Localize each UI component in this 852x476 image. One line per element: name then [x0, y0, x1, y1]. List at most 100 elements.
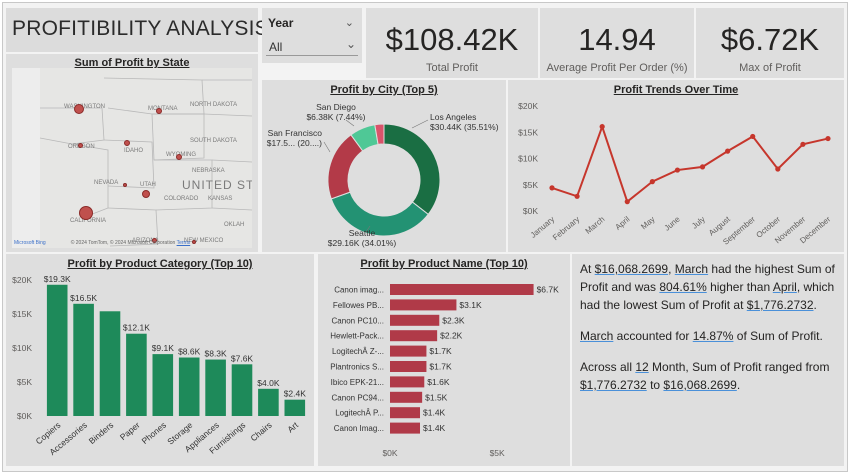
donut-slice[interactable] — [383, 123, 441, 216]
category-bar-chart[interactable]: $0K$5K$10K$15K$20K $19.3KCopiers$16.5KAcc… — [6, 254, 314, 466]
year-dropdown-value: All — [269, 40, 283, 54]
trend-point[interactable] — [549, 185, 555, 191]
map-state-label: NEVADA — [94, 180, 119, 186]
product-bar[interactable] — [390, 376, 425, 388]
product-bar[interactable] — [390, 330, 438, 342]
chevron-down-icon[interactable]: ⌄ — [346, 37, 356, 51]
trend-point[interactable] — [750, 133, 756, 140]
map-state-label: OKLAH — [224, 222, 245, 228]
product-bar[interactable] — [390, 361, 427, 372]
y-tick-label: $15K — [518, 127, 538, 137]
trend-point[interactable] — [775, 166, 781, 172]
trend-line[interactable] — [551, 123, 829, 204]
narrative-paragraph: March accounted for 14.87% of Sum of Pro… — [580, 329, 823, 343]
donut-chart-visual[interactable]: Profit by City (Top 5) Los Angeles $30.44… — [262, 80, 506, 252]
kpi-card-max-profit[interactable]: $6.72K Max of Profit — [696, 8, 844, 78]
y-category-label: Canon PC10... — [332, 316, 384, 325]
year-slicer[interactable]: Year ⌄ All ⌄ — [262, 8, 362, 63]
trend-point[interactable] — [649, 179, 655, 185]
category-bar[interactable] — [73, 303, 94, 416]
category-bar[interactable] — [178, 357, 200, 416]
y-category-label: LogitechÂ Z-... — [332, 347, 384, 356]
map-state-label: KANSAS — [208, 196, 233, 202]
donut-slice-name: Los Angeles — [430, 112, 476, 122]
chevron-down-icon[interactable]: ⌄ — [345, 16, 354, 29]
donut-slice-label: $30.44K (35.51%) — [430, 122, 499, 132]
map-canvas[interactable]: WASHINGTONMONTANANORTH DAKOTAOREGONIDAHO… — [12, 68, 252, 248]
donut-chart[interactable]: Los Angeles$30.44K (35.51%) Seattle$29.16… — [262, 80, 506, 252]
category-bar[interactable] — [46, 284, 68, 416]
category-bar[interactable] — [205, 359, 226, 416]
donut-slice-label: $6.38K (7.44%) — [306, 112, 365, 122]
kpi-label: Average Profit Per Order (%) — [546, 62, 688, 74]
product-bar-chart[interactable]: Canon imag... $6.7K Fellowes PB... $3.1K Can… — [318, 254, 570, 466]
map-bubble-idaho[interactable] — [124, 140, 130, 146]
map-copyright: © 2024 TomTom, © 2024 Microsoft Corporat… — [70, 240, 176, 246]
category-bar[interactable] — [99, 311, 121, 416]
x-tick-label: April — [614, 215, 632, 232]
kpi-card-total-profit[interactable]: $108.42K Total Profit — [366, 8, 538, 78]
trend-point[interactable] — [624, 199, 630, 205]
map-bubble-utah[interactable] — [142, 190, 150, 198]
trend-point[interactable] — [825, 135, 831, 142]
x-tick-label: Binders — [87, 420, 116, 446]
y-tick-label: $0K — [17, 411, 32, 421]
category-bar[interactable] — [258, 388, 279, 416]
donut-slice-name: San Francisco — [268, 128, 323, 138]
map-bubble-wyoming[interactable] — [176, 154, 182, 160]
trend-point[interactable] — [599, 124, 605, 130]
bar-data-label: $1.4K — [423, 423, 446, 433]
category-bar[interactable] — [126, 333, 147, 416]
product-bar[interactable] — [390, 407, 420, 419]
map-bubble-new-mexico[interactable] — [192, 240, 196, 244]
y-category-label: Canon imag... — [334, 286, 384, 295]
map-bubble-nevada[interactable] — [123, 183, 127, 187]
category-bar-visual[interactable]: Profit by Product Category (Top 10) $0K $… — [6, 254, 314, 466]
kpi-label: Max of Profit — [739, 62, 801, 74]
map-bubble-california[interactable] — [79, 206, 93, 220]
product-bar-visual[interactable]: Profit by Product Name (Top 10) Canon im… — [318, 254, 570, 466]
product-bar[interactable] — [390, 314, 440, 326]
product-bar[interactable] — [390, 299, 457, 311]
bar-data-label: $2.2K — [440, 331, 463, 341]
trend-point[interactable] — [574, 193, 580, 199]
map-terms-link[interactable]: Terms — [177, 240, 191, 246]
donut-slice-label: $29.16K (34.01%) — [328, 238, 397, 248]
line-chart-visual[interactable]: Profit Trends Over Time $0K $5K $10K $15K $2… — [508, 80, 844, 252]
product-bar[interactable] — [390, 391, 423, 403]
category-bar[interactable] — [284, 399, 306, 416]
y-tick-label: $20K — [518, 101, 538, 111]
category-bar[interactable] — [152, 354, 174, 416]
leader-line — [323, 141, 331, 153]
y-category-label: Fellowes PB... — [333, 301, 384, 310]
map-attribution: Microsoft Bing © 2024 TomTom, © 2024 Mic… — [14, 240, 190, 246]
y-tick-label: $5K — [523, 180, 538, 190]
bar-data-label: $1.7K — [429, 346, 452, 356]
map-state-label: SOUTH DAKOTA — [190, 138, 237, 144]
line-chart[interactable]: $0K$5K$10K$15K$20KJanuaryFebruary March Ap… — [508, 80, 844, 252]
product-bar[interactable] — [390, 284, 534, 295]
trend-point[interactable] — [725, 148, 731, 154]
trend-point[interactable] — [674, 167, 681, 173]
map-bubble-oregon[interactable] — [78, 143, 83, 148]
category-bar[interactable] — [231, 364, 253, 416]
product-bar[interactable] — [390, 345, 427, 357]
map-bubble-montana[interactable] — [156, 108, 162, 114]
map-bubble-washington[interactable] — [74, 104, 84, 114]
x-tick-label: $5K — [490, 448, 505, 458]
trend-point[interactable] — [699, 164, 706, 170]
x-tick-label: Paper — [118, 420, 142, 442]
donut-slice[interactable] — [330, 191, 429, 237]
kpi-card-average-profit[interactable]: 14.94 Average Profit Per Order (%) — [540, 8, 694, 78]
bar-data-label: $9.1K — [152, 343, 175, 353]
year-dropdown[interactable]: All ⌄ — [266, 35, 358, 56]
x-tick-label: $0K — [382, 448, 397, 458]
product-bar[interactable] — [390, 422, 420, 434]
map-borders — [39, 77, 252, 247]
map-visual[interactable]: Sum of Profit by State WASHINGTON MONTANA… — [6, 54, 258, 252]
bar-data-label: $8.6K — [178, 347, 201, 357]
y-tick-label: $10K — [12, 343, 32, 353]
trend-point[interactable] — [800, 141, 806, 147]
bing-logo: Microsoft Bing — [14, 240, 46, 246]
y-category-label: Canon PC94... — [332, 393, 384, 402]
